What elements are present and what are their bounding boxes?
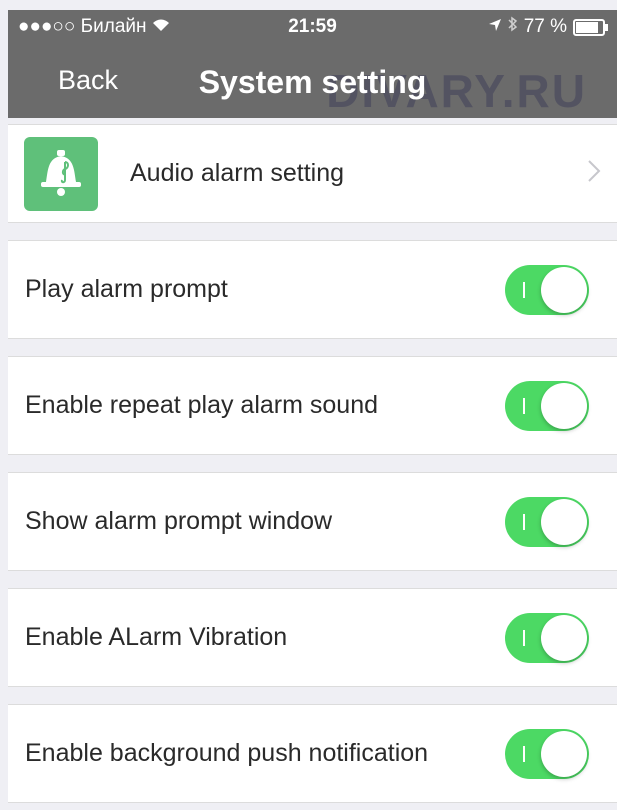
header: ●●●○○ Билайн 21:59 77 % DIVARY.RU Back S… <box>8 10 617 118</box>
audio-alarm-setting-label: Audio alarm setting <box>130 159 345 187</box>
toggle-switch[interactable] <box>505 497 589 547</box>
setting-row-play-alarm-prompt: Play alarm prompt <box>8 240 617 339</box>
setting-row-show-alarm-window: Show alarm prompt window <box>8 472 617 571</box>
toggle-knob <box>541 615 587 661</box>
toggle-switch[interactable] <box>505 265 589 315</box>
setting-label: Enable background push notification <box>25 739 429 767</box>
battery-icon <box>573 18 608 36</box>
toggle-on-mark <box>523 746 525 762</box>
toggle-knob <box>541 731 587 777</box>
toggle-on-mark <box>523 282 525 298</box>
toggle-knob <box>541 499 587 545</box>
toggle-on-mark <box>523 398 525 414</box>
toggle-on-mark <box>523 514 525 530</box>
chevron-right-icon <box>587 159 601 189</box>
nav-bar: DIVARY.RU Back System setting <box>8 48 617 118</box>
setting-row-background-push: Enable background push notification <box>8 704 617 803</box>
status-right: 77 % <box>488 16 608 38</box>
settings-list: Audio alarm setting Play alarm prompt En… <box>8 124 617 803</box>
audio-alarm-setting-row[interactable]: Audio alarm setting <box>8 124 617 223</box>
status-bar: ●●●○○ Билайн 21:59 77 % <box>8 10 617 48</box>
page-title: System setting <box>198 64 427 100</box>
toggle-knob <box>541 383 587 429</box>
toggle-knob <box>541 267 587 313</box>
battery-percent: 77 % <box>523 16 567 37</box>
setting-label: Play alarm prompt <box>25 275 228 303</box>
location-icon <box>488 16 502 38</box>
toggle-switch[interactable] <box>505 729 589 779</box>
toggle-switch[interactable] <box>505 381 589 431</box>
bluetooth-icon <box>508 16 518 38</box>
bell-music-icon <box>24 137 98 211</box>
setting-label: Enable repeat play alarm sound <box>25 391 379 419</box>
setting-label: Enable ALarm Vibration <box>25 623 288 651</box>
toggle-on-mark <box>523 630 525 646</box>
toggle-switch[interactable] <box>505 613 589 663</box>
setting-row-repeat-alarm-sound: Enable repeat play alarm sound <box>8 356 617 455</box>
setting-row-alarm-vibration: Enable ALarm Vibration <box>8 588 617 687</box>
setting-label: Show alarm prompt window <box>25 507 333 535</box>
